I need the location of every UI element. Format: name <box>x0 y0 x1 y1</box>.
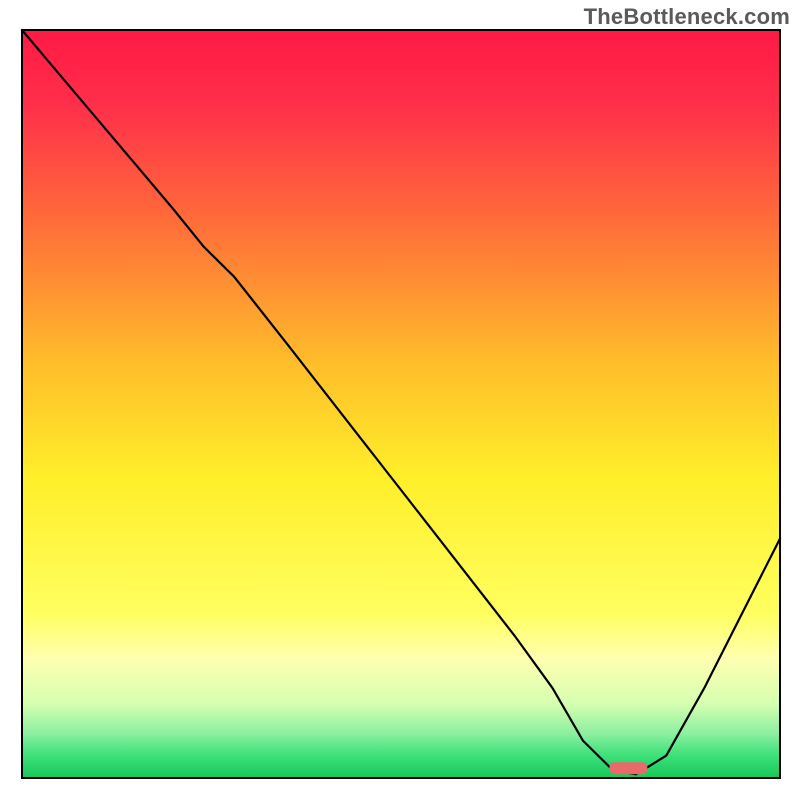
watermark-text: TheBottleneck.com <box>584 4 790 30</box>
optimal-range-marker <box>609 762 647 774</box>
plot-background <box>22 30 780 778</box>
bottleneck-chart <box>0 0 800 800</box>
